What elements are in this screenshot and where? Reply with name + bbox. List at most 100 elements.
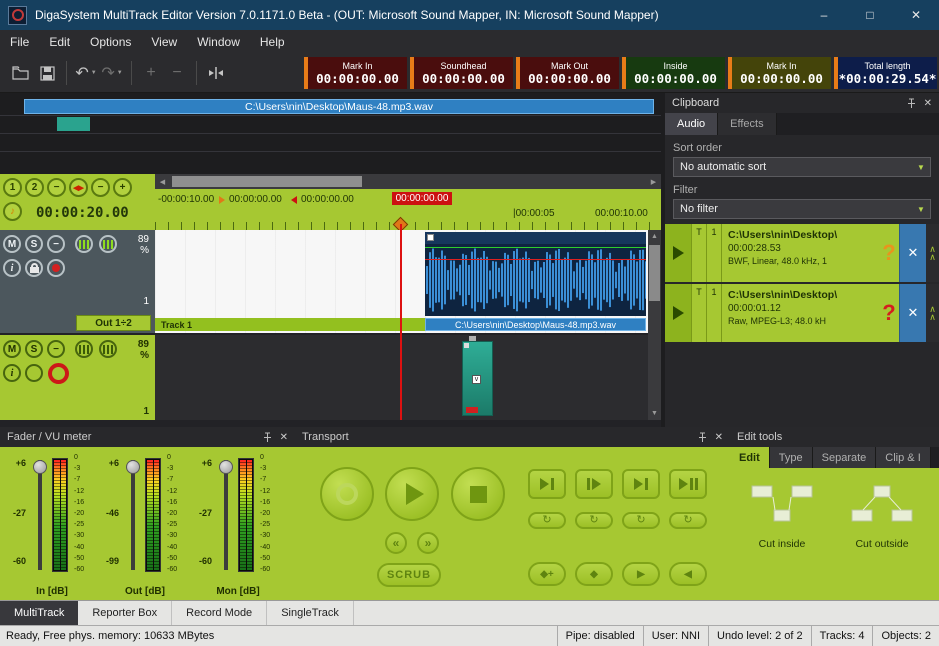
fader-track[interactable] [127, 460, 139, 570]
menu-file[interactable]: File [0, 31, 39, 53]
add-button[interactable]: + [138, 59, 164, 87]
loop-button[interactable]: ↻ [528, 512, 566, 529]
clipboard-item[interactable]: T 1 C:\Users\nin\Desktop\ 00:00:28.53 BW… [665, 224, 939, 282]
fader-knob[interactable] [33, 460, 47, 474]
next-marker-button[interactable]: ▶ [622, 562, 660, 586]
close-button[interactable]: ✕ [893, 0, 939, 30]
menu-help[interactable]: Help [250, 31, 295, 53]
undo-button[interactable]: ↶ ▼ [73, 59, 99, 87]
track1-minimize-button[interactable]: − [47, 235, 65, 253]
track2-meter-button[interactable] [75, 340, 93, 358]
tab-reporter-box[interactable]: Reporter Box [78, 601, 172, 625]
track2-mute-button[interactable]: M [3, 340, 21, 358]
clipboard-item[interactable]: T 1 C:\Users\nin\Desktop\ 00:00:01.12 Ra… [665, 284, 939, 342]
loop-button[interactable]: ↻ [669, 512, 707, 529]
loop-button[interactable]: ↻ [622, 512, 660, 529]
track1-name-bar[interactable]: Track 1 [155, 318, 425, 331]
menu-window[interactable]: Window [187, 31, 250, 53]
prev-marker-button[interactable]: ◀ [669, 562, 707, 586]
remove-marker-button[interactable]: − [47, 178, 66, 197]
scrollbar-thumb[interactable] [172, 176, 362, 187]
goto-marker-button[interactable]: ◀▶ [69, 178, 88, 197]
play-button[interactable] [385, 467, 439, 521]
marker-2-button[interactable]: 2 [25, 178, 44, 197]
stop-button[interactable] [451, 467, 505, 521]
tab-edit[interactable]: Edit [730, 447, 770, 468]
tab-record-mode[interactable]: Record Mode [172, 601, 267, 625]
remove-item-button[interactable]: ✕ [899, 284, 926, 342]
marker-button[interactable]: ◆ [575, 562, 613, 586]
vertical-scrollbar[interactable]: ▲ ▼ [648, 230, 661, 420]
loop-button[interactable]: ↻ [575, 512, 613, 529]
tab-effects[interactable]: Effects [718, 113, 776, 135]
track1-meter2-button[interactable] [99, 235, 117, 253]
overview-clip-segment[interactable] [57, 117, 90, 131]
scroll-right-icon[interactable]: ▶ [646, 174, 661, 189]
play-clip-button[interactable] [665, 224, 692, 282]
tab-audio[interactable]: Audio [665, 113, 718, 135]
scroll-up-icon[interactable]: ▲ [648, 230, 661, 243]
track1-lock-button[interactable] [25, 259, 43, 277]
audio-clip-small[interactable]: v [462, 341, 493, 416]
track1-clip-label[interactable]: C:\Users\nin\Desktop\Maus-48.mp3.wav [425, 318, 646, 331]
save-button[interactable] [34, 59, 60, 87]
scrub-button[interactable]: SCRUB [377, 563, 441, 587]
forward-button[interactable]: » [417, 532, 439, 554]
pan-envelope-line[interactable] [425, 259, 646, 260]
fader-track[interactable] [34, 460, 46, 570]
track1-output-button[interactable]: Out 1÷2 [76, 315, 151, 331]
zoom-in-button[interactable]: + [113, 178, 132, 197]
move-up-control[interactable]: ∧ ∧ [926, 224, 939, 282]
play-over-button[interactable] [669, 469, 707, 499]
menu-view[interactable]: View [141, 31, 187, 53]
scroll-down-icon[interactable]: ▼ [648, 407, 661, 420]
close-panel-icon[interactable]: ✕ [924, 98, 932, 109]
audio-clip[interactable] [425, 232, 646, 316]
menu-edit[interactable]: Edit [39, 31, 80, 53]
remove-item-button[interactable]: ✕ [899, 224, 926, 282]
record-button[interactable] [320, 467, 374, 521]
clip-handle[interactable] [427, 234, 434, 241]
sort-order-select[interactable]: No automatic sort ▼ [673, 157, 931, 177]
horizontal-scrollbar[interactable]: ◀ ▶ [155, 174, 661, 189]
fader-knob[interactable] [126, 460, 140, 474]
minimize-button[interactable]: – [801, 0, 847, 30]
clip-end-marker[interactable] [466, 407, 478, 413]
snap-button[interactable] [203, 59, 229, 87]
remove-button[interactable]: − [164, 59, 190, 87]
audition-button[interactable]: ♪ [3, 202, 22, 221]
pin-icon[interactable] [697, 432, 708, 443]
add-marker-button[interactable]: ◆+ [528, 562, 566, 586]
redo-button[interactable]: ↷ ▼ [99, 59, 125, 87]
tab-type[interactable]: Type [770, 447, 813, 468]
clip-corner-handle[interactable] [464, 343, 469, 348]
scroll-left-icon[interactable]: ◀ [155, 174, 170, 189]
maximize-button[interactable]: □ [847, 0, 893, 30]
timeline-ruler[interactable]: -00:00:10.00 00:00:00.00 00:00:00.00 00:… [155, 189, 661, 230]
cut-inside-tool[interactable]: Cut inside [738, 480, 826, 550]
gain-envelope-line[interactable] [425, 247, 646, 248]
rewind-button[interactable]: « [385, 532, 407, 554]
track1-info-button[interactable]: i [3, 259, 21, 277]
project-overview[interactable]: C:\Users\nin\Desktop\Maus-48.mp3.wav [0, 93, 661, 174]
play-clip-button[interactable] [665, 284, 692, 342]
track1-record-button[interactable] [47, 259, 65, 277]
track2-meter2-button[interactable] [99, 340, 117, 358]
track2-solo-button[interactable]: S [25, 340, 43, 358]
menu-options[interactable]: Options [80, 31, 141, 53]
tab-separate[interactable]: Separate [813, 447, 877, 468]
pin-icon[interactable] [262, 432, 273, 443]
cut-outside-tool[interactable]: Cut outside [838, 480, 926, 550]
play-from-mark-button[interactable] [575, 469, 613, 499]
track2-minimize-button[interactable]: − [47, 340, 65, 358]
zoom-out-button[interactable]: − [91, 178, 110, 197]
track1-mute-button[interactable]: M [3, 235, 21, 253]
tab-multitrack[interactable]: MultiTrack [0, 601, 78, 625]
close-panel-icon[interactable]: ✕ [280, 432, 288, 443]
fader-knob[interactable] [219, 460, 233, 474]
pin-icon[interactable] [906, 98, 917, 109]
close-panel-icon[interactable]: ✕ [715, 432, 723, 443]
track2-info-button[interactable]: i [3, 364, 21, 382]
track1-solo-button[interactable]: S [25, 235, 43, 253]
filter-select[interactable]: No filter ▼ [673, 199, 931, 219]
